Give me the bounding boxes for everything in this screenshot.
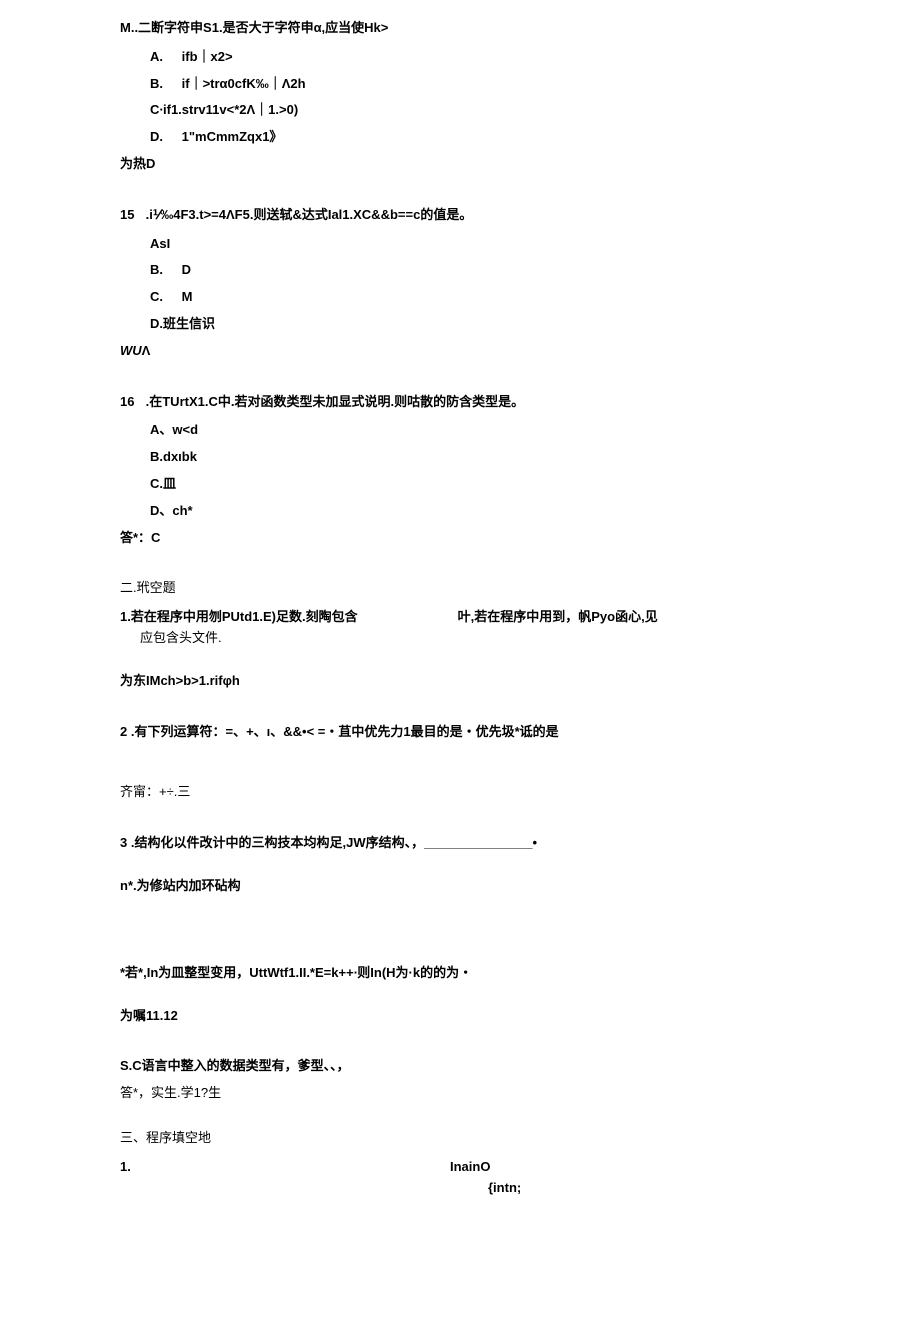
fill-q1-left: 若在程序中用刎PUtd1.E)足数.刻陶包含 [131, 607, 358, 628]
q15-num: 15 [120, 205, 142, 226]
q14-opt-a-letter: A. [150, 47, 178, 68]
fill-q1: 1. 若在程序中用刎PUtd1.E)足数.刻陶包含 叶,若在程序中用到，帆Pyo… [120, 607, 800, 649]
q15-opt-b: B. D [150, 260, 800, 281]
q14-opt-d: D. 1"mCmmZqx1》 [150, 127, 800, 148]
fill-q2-num: 2 [120, 724, 127, 739]
q16-stem: 16 .在TUrtX1.C中.若对函数类型未加显式说明.则咕散的防含类型是。 [120, 392, 800, 413]
q14-options: A. ifb｜x2> B. if｜>trα0cfK‰｜Λ2h C∙if1.str… [150, 47, 800, 148]
fill-q2-answer: 齐甯：+÷.三 [120, 782, 800, 803]
q15-stem-text: .i⅟‰4F3.t>=4ΛF5.则送轼&达式Ial1.XC&&b==c的值是。 [146, 207, 473, 222]
q14-opt-a-text: ifb｜x2> [182, 49, 233, 64]
q15-opt-c: C. M [150, 287, 800, 308]
q16-stem-text: .在TUrtX1.C中.若对函数类型未加显式说明.则咕散的防含类型是。 [146, 394, 524, 409]
q15-answer-italic: WU [120, 343, 142, 358]
q14-opt-b-letter: B. [150, 74, 178, 95]
fill-q3: 3 .结构化以件改计中的三构技本均构足,JW序结构、，_____________… [120, 833, 800, 854]
fill-q5: S.C语言中整入的数据类型有，爹型、、， [120, 1056, 800, 1077]
q16-opt-b: B.dxıbk [150, 447, 800, 468]
q16-opt-d: D、ch* [150, 501, 800, 522]
q14-opt-d-letter: D. [150, 127, 178, 148]
q16-opt-c: C.皿 [150, 474, 800, 495]
q16-answer: 答*：C [120, 528, 800, 549]
section2-title: 二.玳空题 [120, 578, 800, 599]
q16-opt-c-text: C.皿 [150, 476, 176, 491]
fill-q2-text: .有下列运算符：=、+、ı、&&•< =・苴中优先力1最目的是・优先圾*诋的是 [131, 724, 559, 739]
fill-q1-num: 1. [120, 607, 131, 628]
q14-opt-a: A. ifb｜x2> [150, 47, 800, 68]
q14-opt-c: C∙if1.strv11v<*2Λ｜1.>0) [150, 100, 800, 121]
prog-q1-num: 1. [120, 1157, 450, 1178]
q15-opt-c-text: M [182, 289, 193, 304]
q14-stem-text: M..二断字符申S1.是否大于字符申α,应当使Hk> [120, 20, 388, 35]
q15-stem: 15 .i⅟‰4F3.t>=4ΛF5.则送轼&达式Ial1.XC&&b==c的值… [120, 205, 800, 226]
fill-q3-answer: n*.为修站内加环砧构 [120, 876, 800, 897]
fill-q1-right: 叶,若在程序中用到，帆Pyo函心,见 [458, 607, 658, 628]
section3-title: 三、程序填空地 [120, 1128, 800, 1149]
fill-q1-answer: 为东IMch>b>1.rifφh [120, 671, 800, 692]
q16-options: A、w<d B.dxıbk C.皿 D、ch* [150, 420, 800, 521]
q14-opt-b: B. if｜>trα0cfK‰｜Λ2h [150, 74, 800, 95]
q14-opt-d-text: 1"mCmmZqx1》 [182, 129, 283, 144]
q15-opt-a: AsI [150, 234, 800, 255]
q15-opt-b-letter: B. [150, 260, 178, 281]
q15-opt-b-text: D [182, 262, 191, 277]
q15-answer-tail: Λ [142, 343, 151, 358]
fill-q5-answer: 答*，实生.学1?生 [120, 1083, 800, 1104]
q16-num: 16 [120, 392, 142, 413]
q16-opt-a-text: A、w<d [150, 422, 198, 437]
prog-q1-intn: {intn; [488, 1178, 800, 1199]
fill-q2: 2 .有下列运算符：=、+、ı、&&•< =・苴中优先力1最目的是・优先圾*诋的… [120, 722, 800, 743]
q14-opt-c-text: C∙if1.strv11v<*2Λ｜1.>0) [150, 102, 298, 117]
q15-opt-a-text: AsI [150, 236, 170, 251]
q15-opt-d: D.班生信识 [150, 314, 800, 335]
q15-opt-d-text: D.班生信识 [150, 316, 215, 331]
fill-q3-num: 3 [120, 835, 127, 850]
q16-opt-d-text: D、ch* [150, 503, 193, 518]
q14-opt-b-text: if｜>trα0cfK‰｜Λ2h [182, 76, 306, 91]
q15-answer: WUΛ [120, 341, 800, 362]
fill-q3-text: .结构化以件改计中的三构技本均构足,JW序结构、，_______________… [131, 835, 537, 850]
q14-answer: 为热D [120, 154, 800, 175]
q15-options: AsI B. D C. M D.班生信识 [150, 234, 800, 335]
q16-opt-a: A、w<d [150, 420, 800, 441]
prog-q1-inaino: InainO [450, 1157, 490, 1178]
fill-q4: *若*,In为皿整型变用，UttWtf1.II.*E=k++∙则In(H为·k的… [120, 963, 800, 984]
q14-stem: M..二断字符申S1.是否大于字符申α,应当使Hk> [120, 18, 800, 39]
q16-opt-b-text: B.dxıbk [150, 449, 197, 464]
fill-q1-line2: 应包含头文件. [140, 628, 800, 649]
q15-opt-c-letter: C. [150, 287, 178, 308]
prog-q1: 1. InainO [120, 1157, 800, 1178]
fill-q4-answer: 为嘱11.12 [120, 1006, 800, 1027]
